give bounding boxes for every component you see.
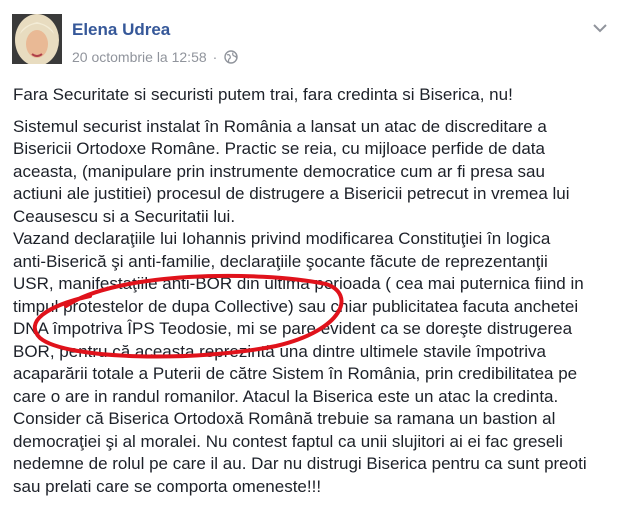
post-line: sau prelati care se comporta omeneste!!!: [13, 476, 322, 496]
post-line: Consider că Biserica Ortodoxă Română tre…: [13, 409, 556, 428]
post-line: Sistemul securist instalat în România a …: [13, 116, 547, 136]
post-line: USR, manifestaţiile anti-BOR din ultima …: [13, 274, 584, 293]
post-meta: 20 octombrie la 12:58 ·: [72, 49, 239, 65]
globe-icon[interactable]: [224, 50, 239, 64]
post-line: DNA împotriva ÎPS Teodosie, mi se pare e…: [13, 319, 573, 338]
post-line: care o are in randul romanilor. Atacul l…: [13, 386, 559, 406]
post-line: BOR, pentru că aceasta reprezintă una di…: [13, 341, 546, 361]
post-line: Ceausescu si a Securitatii lui.: [13, 206, 236, 226]
post-line: anti-Biserică şi anti-familie, declaraţi…: [13, 251, 548, 271]
facebook-post: Elena Udrea 20 octombrie la 12:58 · Fara…: [0, 0, 631, 519]
avatar-image: [12, 14, 62, 64]
post-line: Vazand declaraţiile lui Iohannis privind…: [13, 229, 551, 248]
post-line: aceasta, (manipulare prin instrumente de…: [13, 161, 545, 181]
post-line: acaparării totale a Puterii de către Sis…: [13, 364, 578, 383]
post-line: Bisericii Ortodoxe Române. Practic se re…: [13, 139, 545, 158]
post-line: nedemne de rolul pe care il au. Dar nu d…: [13, 454, 587, 473]
avatar[interactable]: [12, 14, 62, 64]
chevron-down-icon[interactable]: [592, 22, 608, 34]
post-line: democraţiei şi al moralei. Nu contest fa…: [13, 431, 563, 451]
post-line: timpul protestelor de dupa Collective) s…: [13, 296, 579, 316]
post-body: Fara Securitate si securisti putem trai,…: [13, 84, 627, 498]
meta-separator: ·: [212, 49, 218, 65]
post-line: actiuni ale justitiei) procesul de distr…: [13, 184, 570, 203]
post-timestamp[interactable]: 20 octombrie la 12:58: [72, 49, 207, 65]
author-name[interactable]: Elena Udrea: [72, 20, 170, 40]
post-headline: Fara Securitate si securisti putem trai,…: [13, 85, 513, 104]
